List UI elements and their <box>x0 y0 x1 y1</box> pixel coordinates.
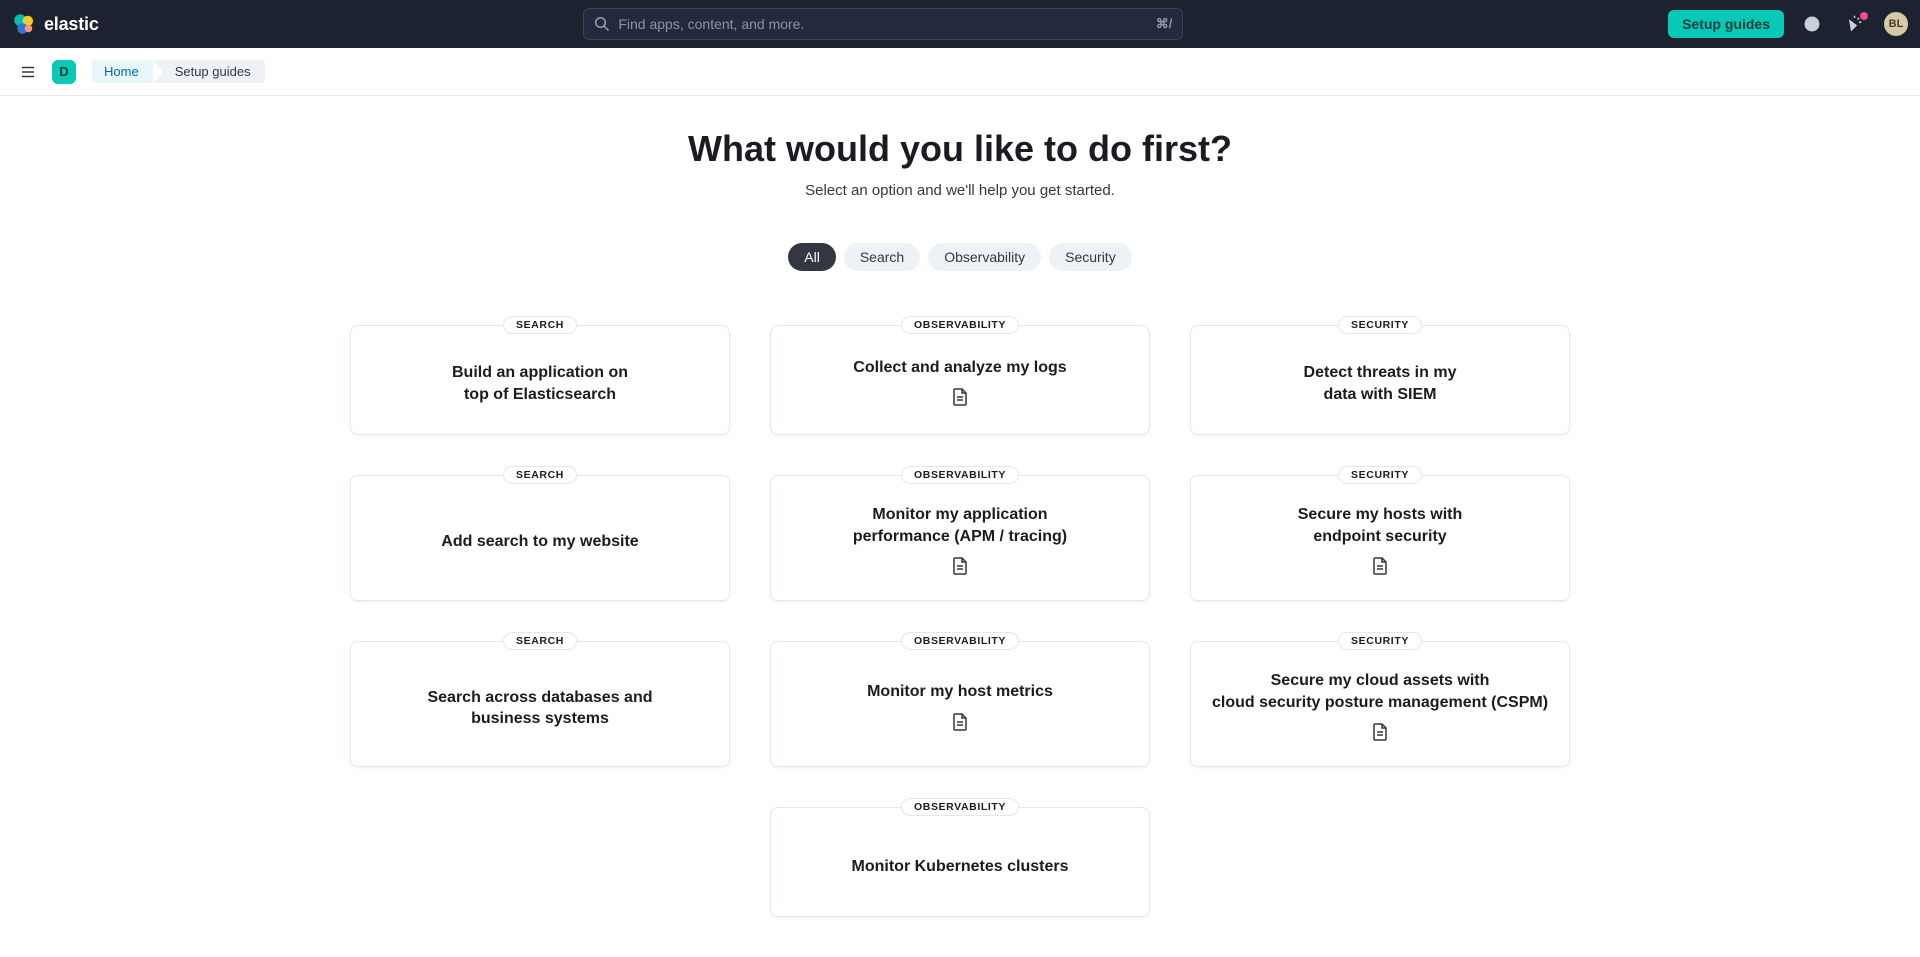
filter-all[interactable]: All <box>788 243 836 271</box>
header-right: Setup guides BL <box>1668 8 1908 40</box>
filter-search[interactable]: Search <box>844 243 920 271</box>
filter-row: All Search Observability Security <box>0 243 1920 271</box>
card-title: Monitor my host metrics <box>867 681 1053 703</box>
space-selector[interactable]: D <box>52 60 76 84</box>
breadcrumb-home[interactable]: Home <box>92 60 153 83</box>
card-detect-threats[interactable]: SECURITY Detect threats in my data with … <box>1190 325 1570 435</box>
card-secure-cloud-cspm[interactable]: SECURITY Secure my cloud assets with clo… <box>1190 641 1570 767</box>
card-badge: OBSERVABILITY <box>901 632 1019 650</box>
card-title: Build an application on top of Elasticse… <box>452 362 628 405</box>
top-header: elastic ⌘/ Setup guides BL <box>0 0 1920 48</box>
card-search-databases[interactable]: SEARCH Search across databases and busin… <box>350 641 730 767</box>
help-icon <box>1803 15 1821 33</box>
help-button[interactable] <box>1796 8 1828 40</box>
filter-security[interactable]: Security <box>1049 243 1132 271</box>
search-shortcut: ⌘/ <box>1156 16 1173 32</box>
user-avatar[interactable]: BL <box>1884 12 1908 36</box>
card-badge: SECURITY <box>1338 632 1422 650</box>
card-badge: SECURITY <box>1338 316 1422 334</box>
breadcrumb-current-label: Setup guides <box>175 64 251 79</box>
notification-dot <box>1860 12 1868 20</box>
document-icon <box>952 557 968 580</box>
brand-text: elastic <box>44 14 99 35</box>
card-badge: SEARCH <box>503 466 577 484</box>
card-monitor-host-metrics[interactable]: OBSERVABILITY Monitor my host metrics <box>770 641 1150 767</box>
card-add-search-website[interactable]: SEARCH Add search to my website <box>350 475 730 601</box>
card-build-application[interactable]: SEARCH Build an application on top of El… <box>350 325 730 435</box>
card-monitor-kubernetes[interactable]: OBSERVABILITY Monitor Kubernetes cluster… <box>770 807 1150 917</box>
filter-observability[interactable]: Observability <box>928 243 1041 271</box>
nav-toggle-button[interactable] <box>12 56 44 88</box>
global-search-wrap: ⌘/ <box>99 8 1668 40</box>
card-title: Search across databases and business sys… <box>427 687 652 730</box>
card-badge: SECURITY <box>1338 466 1422 484</box>
document-icon <box>952 713 968 736</box>
card-collect-logs[interactable]: OBSERVABILITY Collect and analyze my log… <box>770 325 1150 435</box>
card-title: Secure my cloud assets with cloud securi… <box>1212 670 1548 713</box>
main-content: What would you like to do first? Select … <box>0 96 1920 957</box>
card-title: Detect threats in my data with SIEM <box>1304 362 1457 405</box>
card-badge: OBSERVABILITY <box>901 316 1019 334</box>
card-badge: SEARCH <box>503 316 577 334</box>
card-secure-hosts[interactable]: SECURITY Secure my hosts with endpoint s… <box>1190 475 1570 601</box>
card-badge: SEARCH <box>503 632 577 650</box>
elastic-logo-icon <box>12 12 36 36</box>
card-title: Monitor my application performance (APM … <box>853 504 1067 547</box>
sub-header: D Home Setup guides <box>0 48 1920 96</box>
document-icon <box>1372 557 1388 580</box>
breadcrumb-current: Setup guides <box>153 60 265 83</box>
card-monitor-apm[interactable]: OBSERVABILITY Monitor my application per… <box>770 475 1150 601</box>
logo[interactable]: elastic <box>12 12 99 36</box>
document-icon <box>952 388 968 411</box>
search-icon <box>594 16 610 32</box>
breadcrumb: Home Setup guides <box>92 60 265 83</box>
page-title: What would you like to do first? <box>0 128 1920 170</box>
search-input[interactable] <box>618 16 1147 32</box>
card-title: Secure my hosts with endpoint security <box>1298 504 1463 547</box>
hamburger-icon <box>19 63 37 81</box>
card-title: Collect and analyze my logs <box>853 357 1066 379</box>
card-badge: OBSERVABILITY <box>901 798 1019 816</box>
setup-guides-button[interactable]: Setup guides <box>1668 10 1784 38</box>
page-subtitle: Select an option and we'll help you get … <box>0 182 1920 199</box>
card-title: Add search to my website <box>441 531 638 553</box>
document-icon <box>1372 723 1388 746</box>
global-search[interactable]: ⌘/ <box>583 8 1183 40</box>
card-title: Monitor Kubernetes clusters <box>852 856 1069 878</box>
card-badge: OBSERVABILITY <box>901 466 1019 484</box>
cards-grid: SEARCH Build an application on top of El… <box>0 325 1920 957</box>
newsfeed-button[interactable] <box>1840 8 1872 40</box>
